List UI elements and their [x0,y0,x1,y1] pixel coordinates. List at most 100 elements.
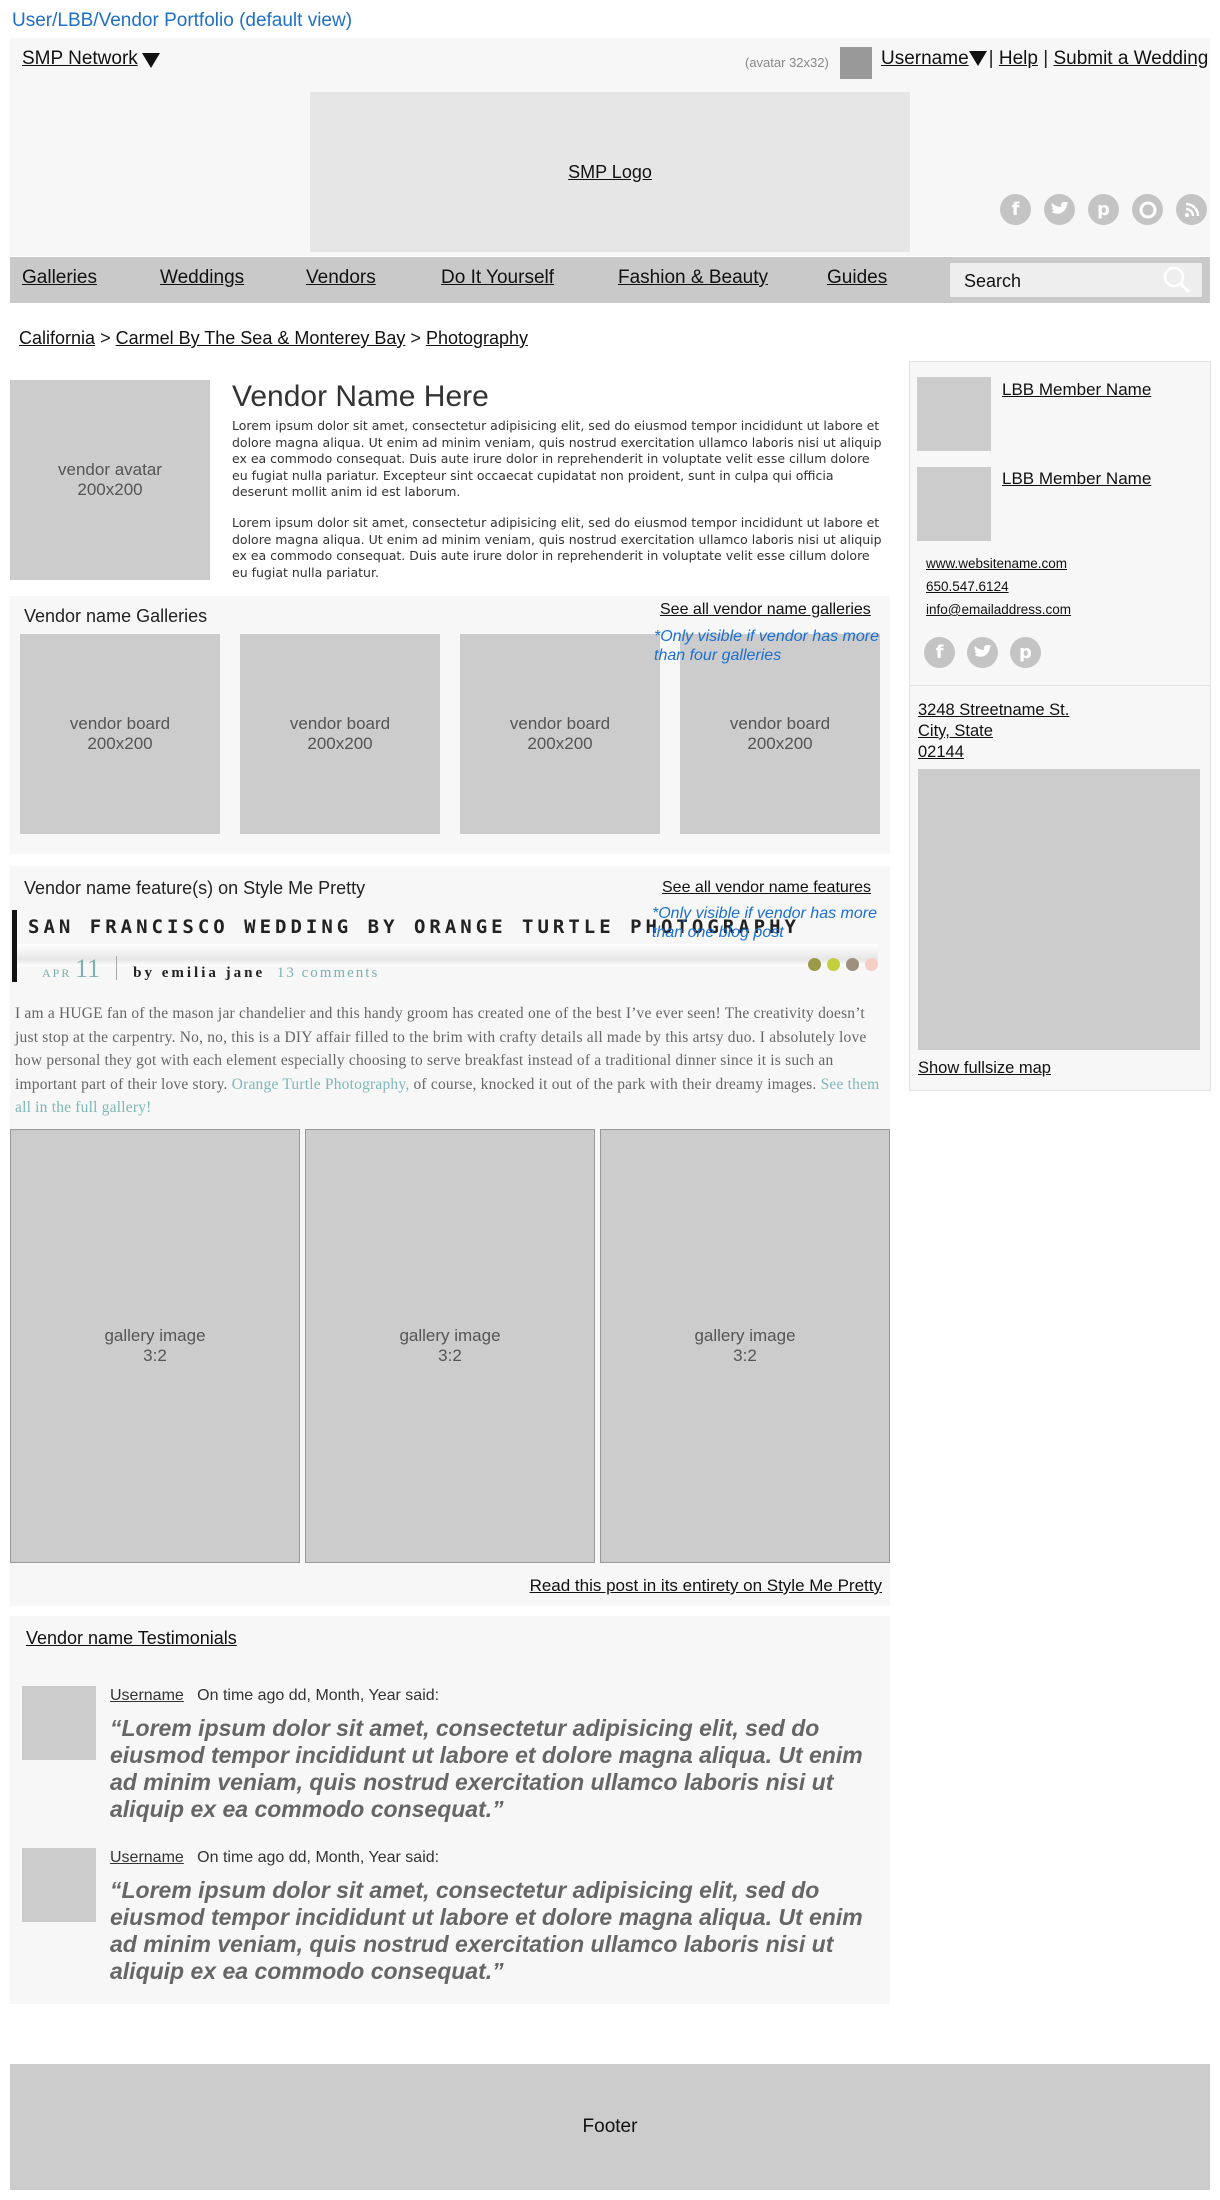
nav-weddings[interactable]: Weddings [160,267,244,289]
network-dropdown-caret-icon[interactable] [142,53,160,68]
testimonial-quote: “Lorem ipsum dolor sit amet, consectetur… [110,1877,863,1984]
rss-icon[interactable] [1176,194,1207,225]
username-link[interactable]: Username [881,48,969,69]
show-fullsize-map-link[interactable]: Show fullsize map [918,1059,1051,1078]
gallery-image[interactable]: gallery image 3:2 [10,1129,300,1563]
instagram-icon[interactable] [1132,194,1163,225]
logo-label[interactable]: SMP Logo [568,162,652,183]
vendor-board[interactable]: vendor board 200x200 [460,634,660,834]
palette-dot [865,958,878,971]
board-label: vendor board [69,714,171,734]
submit-wedding-link[interactable]: Submit a Wedding [1053,48,1208,69]
testimonial-username-link[interactable]: Username [110,1687,184,1704]
vendor-avatar-label: vendor avatar [58,460,162,480]
testimonial-username-link[interactable]: Username [110,1849,184,1866]
board-label: vendor board [509,714,611,734]
user-links: Username | Help | Submit a Wedding [881,48,1208,70]
nav-fashion-beauty[interactable]: Fashion & Beauty [618,267,768,289]
breadcrumb-separator: > [410,328,421,348]
vendor-bio-paragraph: Lorem ipsum dolor sit amet, consectetur … [232,418,882,499]
user-avatar[interactable] [840,47,872,79]
website-link[interactable]: www.websitename.com [926,556,1067,571]
board-size: 200x200 [527,734,593,753]
site-header: SMP Network (avatar 32x32) Username | Hel… [10,38,1210,256]
post-month: APR [42,966,72,980]
board-size: 200x200 [307,734,373,753]
breadcrumb-photography[interactable]: Photography [426,328,528,348]
twitter-icon[interactable] [1044,194,1075,225]
blog-post-meta: APR 11 by emilia jane 13 comments [42,954,379,984]
vendor-avatar-size: 200x200 [77,480,143,499]
smp-network-link[interactable]: SMP Network [22,48,138,70]
site-logo[interactable]: SMP Logo [310,92,910,252]
vendor-board[interactable]: vendor board 200x200 [240,634,440,834]
member-name-link[interactable]: LBB Member Name [1002,469,1151,489]
nav-diy[interactable]: Do It Yourself [441,267,554,289]
member-avatar[interactable] [917,377,991,451]
site-footer: Footer [10,2064,1210,2190]
features-title: Vendor name feature(s) on Style Me Prett… [24,878,366,898]
testimonial-date: On time ago dd, Month, Year said: [197,1687,440,1704]
pinterest-icon[interactable]: p [1010,637,1041,668]
gallery-image[interactable]: gallery image 3:2 [305,1129,595,1563]
board-label: vendor board [289,714,391,734]
search-icon[interactable] [1163,266,1191,294]
breadcrumb-carmel[interactable]: Carmel By The Sea & Monterey Bay [116,328,406,348]
user-dropdown-caret-icon[interactable] [968,51,987,66]
link-separator: | [1043,48,1049,69]
gallery-image[interactable]: gallery image 3:2 [600,1129,890,1563]
header-social-icons: f p [1000,194,1207,225]
features-visibility-note: *Only visible if vendor has more than on… [652,905,877,941]
facebook-icon[interactable]: f [1000,194,1031,225]
palette-dot [846,958,859,971]
gallery-image-ratio: 3:2 [438,1346,462,1365]
address-street: 3248 Streetname St. [918,701,1070,719]
palette-dot [827,958,840,971]
testimonial-date: On time ago dd, Month, Year said: [197,1849,440,1866]
board-size: 200x200 [87,734,153,753]
galleries-visibility-note: *Only visible if vendor has more than fo… [654,628,879,664]
search-input[interactable]: Search [950,263,1202,297]
twitter-icon[interactable] [967,637,998,668]
pinterest-icon[interactable]: p [1088,194,1119,225]
post-day: 11 [75,954,101,983]
vendor-name: Vendor Name Here [232,380,489,413]
vendor-galleries-panel: Vendor name Galleries See all vendor nam… [10,596,890,854]
post-comments-link[interactable]: 13 comments [277,965,379,981]
testimonial-avatar[interactable] [22,1686,96,1760]
see-all-features-link[interactable]: See all vendor name features [662,879,871,897]
vendor-bio-paragraph: Lorem ipsum dolor sit amet, consectetur … [232,515,882,580]
color-palette-dots [808,958,878,971]
breadcrumb: California > Carmel By The Sea & Montere… [19,328,528,349]
testimonials-panel: Vendor name Testimonials Username On tim… [10,1616,890,2004]
breadcrumb-california[interactable]: California [19,328,95,348]
board-label: vendor board [729,714,831,734]
board-size: 200x200 [747,734,813,753]
email-link[interactable]: info@emailaddress.com [926,602,1071,617]
palette-dot [808,958,821,971]
facebook-icon[interactable]: f [924,637,955,668]
vendor-address[interactable]: 3248 Streetname St. City, State 02144 [918,700,1069,763]
location-map[interactable] [918,769,1200,1050]
main-nav: Galleries Weddings Vendors Do It Yoursel… [10,257,1210,303]
breadcrumb-separator: > [100,328,111,348]
nav-galleries[interactable]: Galleries [22,267,97,289]
phone-link[interactable]: 650.547.6124 [926,579,1009,594]
member-name-link[interactable]: LBB Member Name [1002,380,1151,400]
galleries-title: Vendor name Galleries [24,606,208,626]
testimonials-title[interactable]: Vendor name Testimonials [26,1628,237,1649]
vendor-sidebar: LBB Member Name LBB Member Name www.webs… [909,361,1211,1091]
vendor-board[interactable]: vendor board 200x200 [20,634,220,834]
read-full-post-link[interactable]: Read this post in its entirety on Style … [530,1576,882,1596]
address-city-state: City, State [918,722,993,740]
member-avatar[interactable] [917,467,991,541]
nav-guides[interactable]: Guides [827,267,887,289]
testimonial-meta: Username On time ago dd, Month, Year sai… [110,1687,439,1705]
see-all-galleries-link[interactable]: See all vendor name galleries [660,601,871,619]
avatar-size-note: (avatar 32x32) [745,55,829,70]
testimonial-avatar[interactable] [22,1848,96,1922]
help-link[interactable]: Help [999,48,1038,69]
testimonial-meta: Username On time ago dd, Month, Year sai… [110,1849,439,1867]
photographer-link[interactable]: Orange Turtle Photography, [232,1076,410,1093]
nav-vendors[interactable]: Vendors [306,267,376,289]
